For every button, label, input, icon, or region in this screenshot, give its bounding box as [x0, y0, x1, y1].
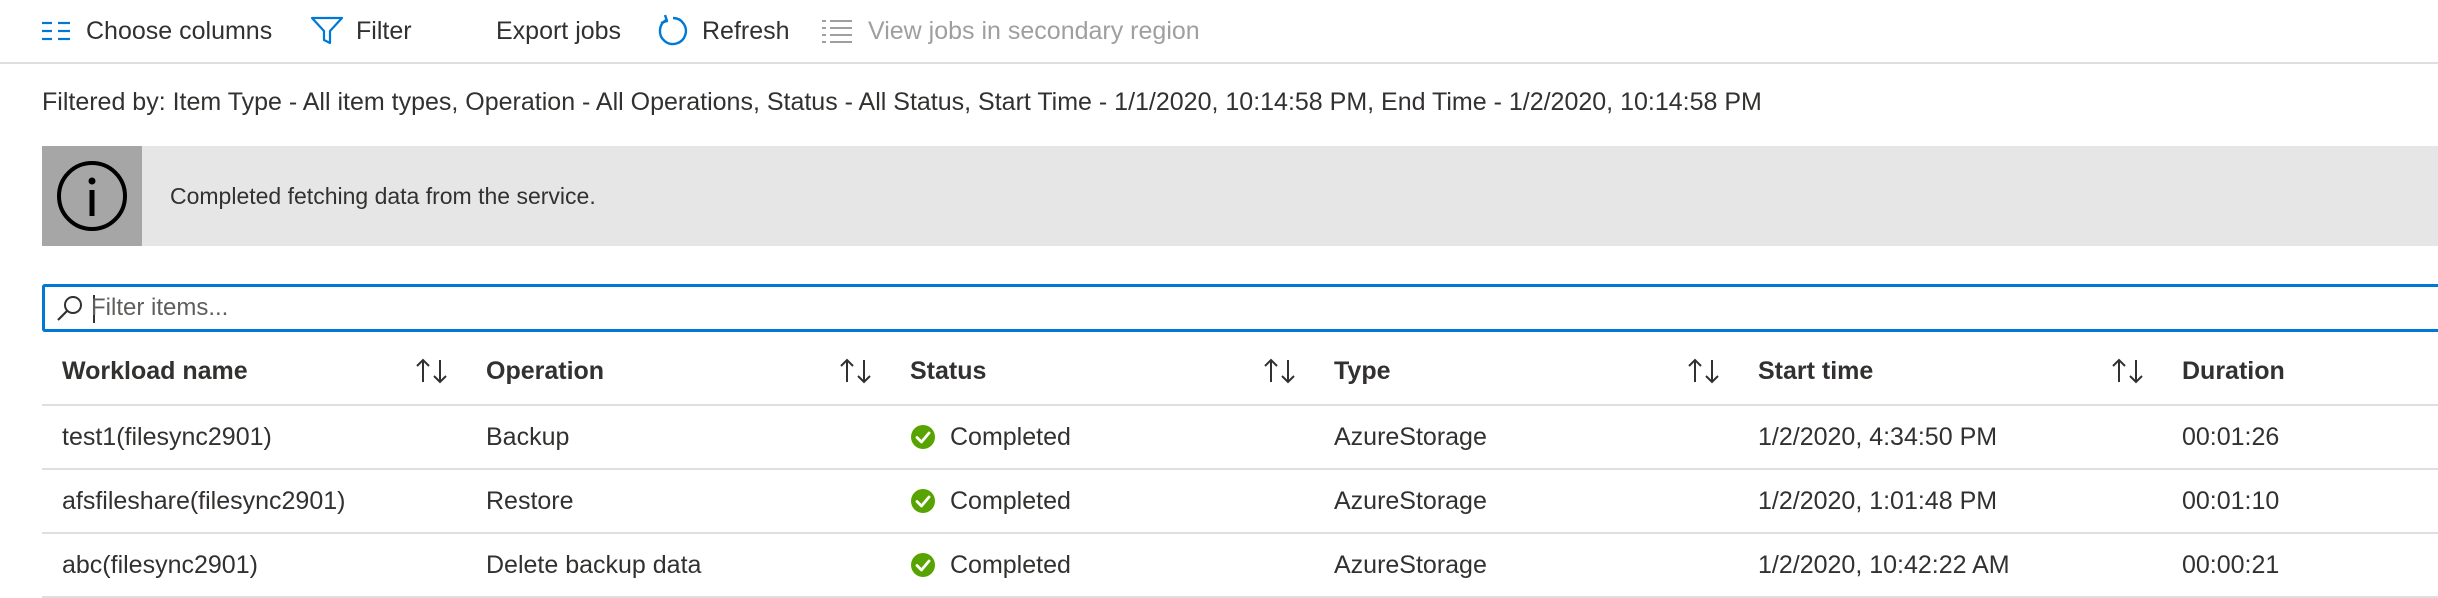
choose-columns-button[interactable]: Choose columns: [40, 0, 272, 62]
sort-icon[interactable]: [1686, 356, 1722, 391]
status-text: Completed: [950, 550, 1071, 579]
success-check-icon: [910, 424, 936, 450]
start-time-cell: 1/2/2020, 10:42:22 AM: [1758, 550, 2010, 579]
duration-cell: 00:00:21: [2182, 550, 2280, 579]
refresh-button[interactable]: Refresh: [656, 0, 790, 62]
success-check-icon: [910, 552, 936, 578]
operation-cell: Backup: [486, 422, 570, 451]
workload-name-cell: abc(filesync2901): [62, 550, 258, 579]
choose-columns-label: Choose columns: [86, 16, 273, 45]
status-cell: Completed: [910, 534, 1071, 596]
status-cell: Completed: [910, 406, 1071, 468]
refresh-label: Refresh: [702, 16, 790, 45]
search-icon: [55, 294, 85, 329]
duration-cell: 00:01:10: [2182, 486, 2280, 515]
sort-icon[interactable]: [414, 356, 450, 391]
view-secondary-region-label: View jobs in secondary region: [868, 16, 1200, 45]
column-header-operation[interactable]: Operation: [486, 338, 604, 404]
sort-icon[interactable]: [1262, 356, 1298, 391]
status-cell: Completed: [910, 470, 1071, 532]
sort-icon[interactable]: [2110, 356, 2146, 391]
table-row[interactable]: afsfileshare(filesync2901) Restore Compl…: [42, 470, 2438, 534]
column-header-workload-name[interactable]: Workload name: [62, 338, 248, 404]
jobs-table: Workload name Operation Status Type Star…: [42, 338, 2438, 598]
start-time-cell: 1/2/2020, 1:01:48 PM: [1758, 486, 1998, 515]
status-text: Completed: [950, 422, 1071, 451]
filter-summary: Filtered by: Item Type - All item types,…: [42, 88, 1762, 116]
info-message: Completed fetching data from the service…: [170, 182, 596, 209]
status-text: Completed: [950, 486, 1071, 515]
columns-icon: [40, 19, 74, 43]
filter-button[interactable]: Filter: [310, 0, 412, 62]
column-header-duration[interactable]: Duration: [2182, 338, 2285, 404]
filter-label: Filter: [356, 16, 412, 45]
filter-items-box: [42, 284, 2438, 332]
funnel-icon: [310, 16, 344, 46]
info-banner: Completed fetching data from the service…: [42, 146, 2438, 246]
workload-name-cell: afsfileshare(filesync2901): [62, 486, 346, 515]
command-bar: Choose columns Filter Export jobs Refres…: [0, 0, 2438, 64]
column-header-start-time[interactable]: Start time: [1758, 338, 1873, 404]
export-jobs-button[interactable]: Export jobs: [496, 0, 621, 62]
refresh-icon: [656, 14, 690, 48]
type-cell: AzureStorage: [1334, 486, 1487, 515]
success-check-icon: [910, 488, 936, 514]
table-row[interactable]: test1(filesync2901) Backup Completed Azu…: [42, 406, 2438, 470]
view-secondary-region-button[interactable]: View jobs in secondary region: [820, 0, 1200, 62]
filter-items-input[interactable]: [91, 291, 2391, 325]
operation-cell: Delete backup data: [486, 550, 702, 579]
workload-name-cell: test1(filesync2901): [62, 422, 272, 451]
duration-cell: 00:01:26: [2182, 422, 2280, 451]
type-cell: AzureStorage: [1334, 422, 1487, 451]
info-icon: [42, 146, 142, 246]
type-cell: AzureStorage: [1334, 550, 1487, 579]
column-header-type[interactable]: Type: [1334, 338, 1391, 404]
start-time-cell: 1/2/2020, 4:34:50 PM: [1758, 422, 1998, 451]
sort-icon[interactable]: [838, 356, 874, 391]
table-header: Workload name Operation Status Type Star…: [42, 338, 2438, 406]
table-row[interactable]: abc(filesync2901) Delete backup data Com…: [42, 534, 2438, 598]
list-icon: [820, 18, 854, 44]
export-jobs-label: Export jobs: [496, 16, 622, 45]
operation-cell: Restore: [486, 486, 574, 515]
column-header-status[interactable]: Status: [910, 338, 986, 404]
